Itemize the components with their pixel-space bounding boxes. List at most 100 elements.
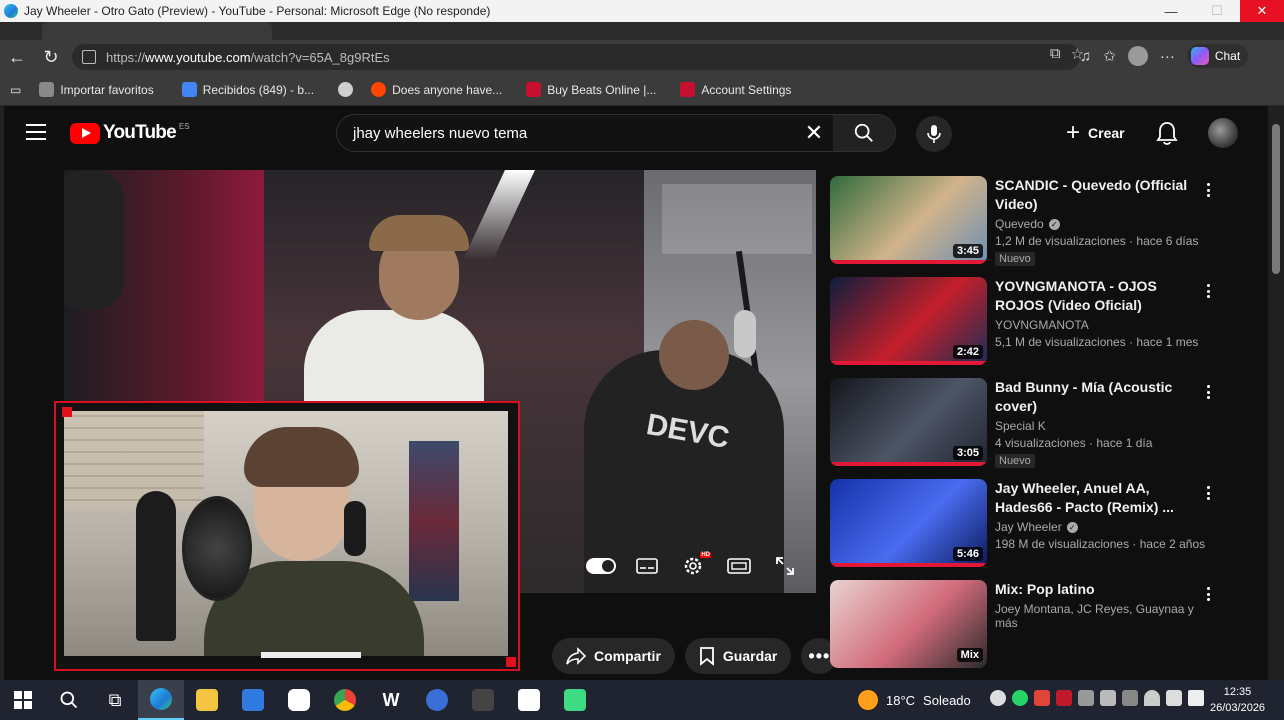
video-thumbnail[interactable]: 3:45 bbox=[830, 176, 987, 264]
tray-app-icon[interactable] bbox=[990, 690, 1006, 706]
volume-icon[interactable] bbox=[1188, 690, 1204, 706]
scrollbar-thumb[interactable] bbox=[1272, 124, 1280, 274]
url-path: /watch?v=65A_8g9RtEs bbox=[250, 49, 390, 65]
profile-avatar[interactable] bbox=[1127, 46, 1148, 66]
favorites-icon[interactable]: ✩ bbox=[1103, 47, 1116, 65]
tab-strip bbox=[0, 22, 1284, 40]
resize-handle-bottom-right[interactable] bbox=[506, 657, 516, 667]
clear-search-icon[interactable]: ✕ bbox=[795, 120, 833, 146]
back-arrow-icon[interactable]: ← bbox=[0, 40, 34, 74]
autoplay-toggle[interactable] bbox=[586, 554, 616, 578]
minimize-button[interactable]: — bbox=[1148, 0, 1194, 22]
search-box[interactable]: jhay wheelers nuevo tema ✕ bbox=[336, 114, 896, 152]
related-video-item[interactable]: 2:42 YOVNGMANOTA - OJOS ROJOS (Video Ofi… bbox=[830, 277, 1230, 378]
task-view-icon[interactable]: ⧉ bbox=[92, 680, 138, 720]
channel-name[interactable]: Quevedo ✓ bbox=[995, 217, 1200, 231]
active-tab[interactable] bbox=[42, 22, 272, 40]
video-thumbnail[interactable]: Mix bbox=[830, 580, 987, 668]
search-taskbar-button[interactable] bbox=[46, 680, 92, 720]
capcut-button[interactable] bbox=[506, 680, 552, 720]
theater-mode-button[interactable] bbox=[724, 554, 754, 578]
plus-icon: + bbox=[1066, 119, 1081, 146]
resize-handle-top-left[interactable] bbox=[62, 407, 72, 417]
favorite-label: Recibidos (849) - b... bbox=[202, 82, 315, 97]
user-avatar[interactable] bbox=[1208, 118, 1238, 148]
search-input[interactable]: jhay wheelers nuevo tema bbox=[337, 125, 795, 142]
battery-icon[interactable] bbox=[1166, 690, 1182, 706]
related-video-item[interactable]: 5:46 Jay Wheeler, Anuel AA, Hades66 - Pa… bbox=[830, 479, 1230, 580]
favorite-item[interactable]: Account Settings bbox=[680, 82, 791, 97]
more-menu-icon[interactable]: ··· bbox=[1160, 48, 1175, 65]
subtitles-icon bbox=[636, 558, 658, 574]
channel-name[interactable]: YOVNGMANOTA bbox=[995, 318, 1200, 332]
waves-app-button[interactable]: W bbox=[368, 680, 414, 720]
reload-icon[interactable]: ↻ bbox=[34, 40, 68, 74]
address-bar[interactable]: https://www.youtube.com/watch?v=65A_8g9R… bbox=[72, 44, 1080, 70]
tray-app-icon[interactable] bbox=[1122, 690, 1138, 706]
favorite-item[interactable]: Recibidos (849) - b... bbox=[181, 82, 315, 97]
store-button[interactable] bbox=[230, 680, 276, 720]
video-thumbnail[interactable]: 3:05 bbox=[830, 378, 987, 466]
video-title[interactable]: YOVNGMANOTA - OJOS ROJOS (Video Oficial) bbox=[995, 277, 1200, 315]
windows-taskbar: ⧉ W 18°C Soleado 12:35 26/03/2026 bbox=[0, 680, 1284, 720]
maximize-button[interactable]: ☐ bbox=[1194, 0, 1240, 22]
notifications-button[interactable] bbox=[1156, 121, 1178, 150]
open-in-app-icon[interactable]: ⧉ bbox=[1050, 45, 1061, 63]
media-control-icon[interactable]: ♫ bbox=[1080, 48, 1091, 65]
related-video-item[interactable]: Mix Mix: Pop latino Joey Montana, JC Rey… bbox=[830, 580, 1230, 680]
tray-app-icon[interactable] bbox=[1034, 690, 1050, 706]
ua-app-button[interactable] bbox=[460, 680, 506, 720]
chrome-button[interactable] bbox=[322, 680, 368, 720]
page-scrollbar[interactable] bbox=[1268, 106, 1284, 680]
favorite-item[interactable]: Does anyone have... bbox=[371, 82, 502, 97]
tabs-icon[interactable]: ▭ bbox=[10, 83, 21, 97]
wifi-icon[interactable] bbox=[1144, 690, 1160, 706]
edge-taskbar-button[interactable] bbox=[138, 680, 184, 720]
save-button[interactable]: Guardar bbox=[684, 638, 792, 674]
search-button[interactable] bbox=[833, 115, 895, 151]
fullscreen-button[interactable] bbox=[770, 554, 800, 578]
voice-search-button[interactable] bbox=[916, 116, 952, 152]
copilot-chat-button[interactable]: Chat bbox=[1186, 44, 1249, 68]
settings-button[interactable]: HD bbox=[678, 552, 711, 578]
more-vertical-icon[interactable] bbox=[1198, 180, 1218, 200]
video-thumbnail[interactable]: 2:42 bbox=[830, 277, 987, 365]
video-title[interactable]: Jay Wheeler, Anuel AA, Hades66 - Pacto (… bbox=[995, 479, 1200, 517]
video-stats: 5,1 M de visualizaciones · hace 1 mes bbox=[995, 335, 1199, 349]
create-button[interactable]: + Crear bbox=[1066, 119, 1125, 146]
more-vertical-icon[interactable] bbox=[1198, 584, 1218, 604]
share-button[interactable]: Compartir bbox=[552, 638, 675, 674]
video-title[interactable]: SCANDIC - Quevedo (Official Video) bbox=[995, 176, 1200, 214]
favorite-item[interactable] bbox=[338, 82, 359, 97]
youtube-logo[interactable]: YouTube ES bbox=[70, 122, 190, 144]
close-window-button[interactable]: ✕ bbox=[1240, 0, 1284, 22]
channel-name[interactable]: Jay Wheeler ✓ bbox=[995, 520, 1200, 534]
channel-name[interactable]: Joey Montana, JC Reyes, Guaynaa y más bbox=[995, 602, 1200, 630]
whatsapp-icon[interactable] bbox=[1012, 690, 1028, 706]
weather-widget[interactable]: 18°C Soleado bbox=[858, 680, 971, 720]
file-explorer-button[interactable] bbox=[184, 680, 230, 720]
tray-app-icon[interactable] bbox=[1100, 690, 1116, 706]
tray-app-icon[interactable] bbox=[1056, 690, 1072, 706]
subtitles-button[interactable] bbox=[632, 554, 662, 578]
youtube-app-button[interactable] bbox=[276, 680, 322, 720]
related-video-item[interactable]: 3:45 SCANDIC - Quevedo (Official Video) … bbox=[830, 176, 1230, 277]
related-video-item[interactable]: 3:05 Bad Bunny - Mía (Acoustic cover) Sp… bbox=[830, 378, 1230, 479]
video-title[interactable]: Bad Bunny - Mía (Acoustic cover) bbox=[995, 378, 1200, 416]
favorite-item[interactable]: Importar favoritos bbox=[39, 82, 154, 97]
webcam-decor bbox=[136, 491, 176, 641]
more-vertical-icon[interactable] bbox=[1198, 483, 1218, 503]
channel-name[interactable]: Special K bbox=[995, 419, 1200, 433]
more-vertical-icon[interactable] bbox=[1198, 281, 1218, 301]
video-title[interactable]: Mix: Pop latino bbox=[995, 580, 1200, 599]
android-app-button[interactable] bbox=[552, 680, 598, 720]
tray-app-icon[interactable] bbox=[1078, 690, 1094, 706]
more-vertical-icon[interactable] bbox=[1198, 382, 1218, 402]
hamburger-menu-icon[interactable] bbox=[26, 124, 46, 140]
favorite-item[interactable]: Buy Beats Online |... bbox=[526, 82, 656, 97]
video-thumbnail[interactable]: 5:46 bbox=[830, 479, 987, 567]
youtube-icon bbox=[288, 689, 310, 711]
system-clock[interactable]: 12:35 26/03/2026 bbox=[1210, 684, 1265, 716]
start-button[interactable] bbox=[0, 680, 46, 720]
qbittorrent-button[interactable] bbox=[414, 680, 460, 720]
